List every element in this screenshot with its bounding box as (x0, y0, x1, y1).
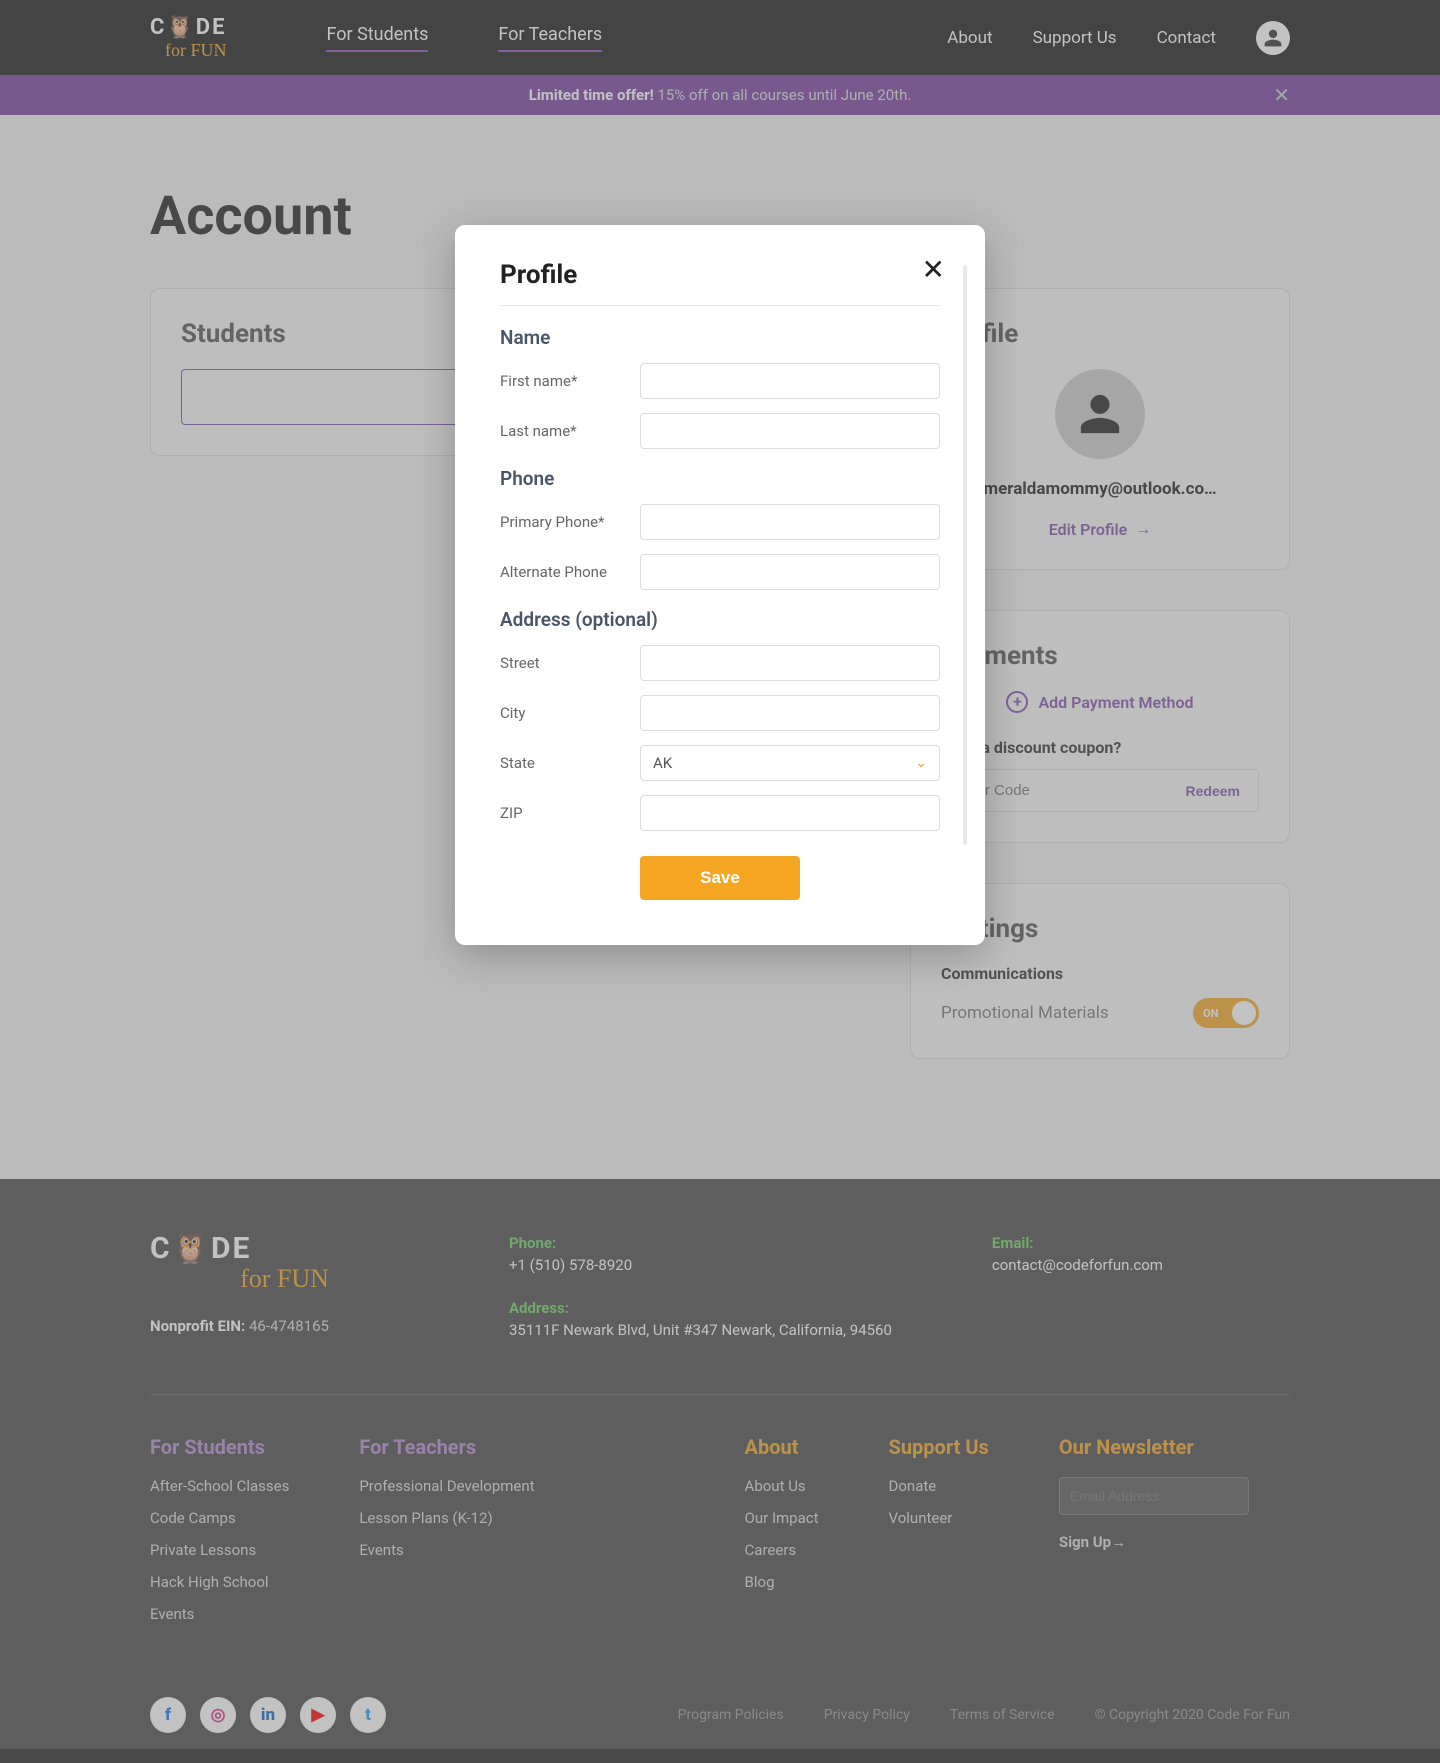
modal-overlay[interactable]: Profile ✕ Name First name* Last name* Ph… (0, 0, 1440, 1749)
primary-phone-label: Primary Phone* (500, 513, 640, 531)
city-label: City (500, 704, 640, 722)
first-name-input[interactable] (640, 363, 940, 399)
modal-divider (500, 305, 940, 306)
state-value: AK (653, 754, 672, 772)
state-select[interactable]: AK ⌄ (640, 745, 940, 781)
last-name-input[interactable] (640, 413, 940, 449)
section-phone: Phone (500, 467, 940, 490)
first-name-label: First name* (500, 372, 640, 390)
modal-title: Profile (500, 260, 940, 290)
profile-modal: Profile ✕ Name First name* Last name* Ph… (455, 225, 985, 945)
section-name: Name (500, 326, 940, 349)
modal-scrollbar[interactable] (963, 265, 967, 845)
primary-phone-input[interactable] (640, 504, 940, 540)
street-label: Street (500, 654, 640, 672)
chevron-down-icon: ⌄ (915, 755, 927, 771)
city-input[interactable] (640, 695, 940, 731)
state-label: State (500, 754, 640, 772)
zip-input[interactable] (640, 795, 940, 831)
modal-close-icon[interactable]: ✕ (922, 253, 945, 286)
street-input[interactable] (640, 645, 940, 681)
last-name-label: Last name* (500, 422, 640, 440)
zip-label: ZIP (500, 804, 640, 822)
alternate-phone-input[interactable] (640, 554, 940, 590)
save-button[interactable]: Save (640, 856, 800, 900)
section-address: Address (optional) (500, 608, 940, 631)
alternate-phone-label: Alternate Phone (500, 563, 640, 581)
